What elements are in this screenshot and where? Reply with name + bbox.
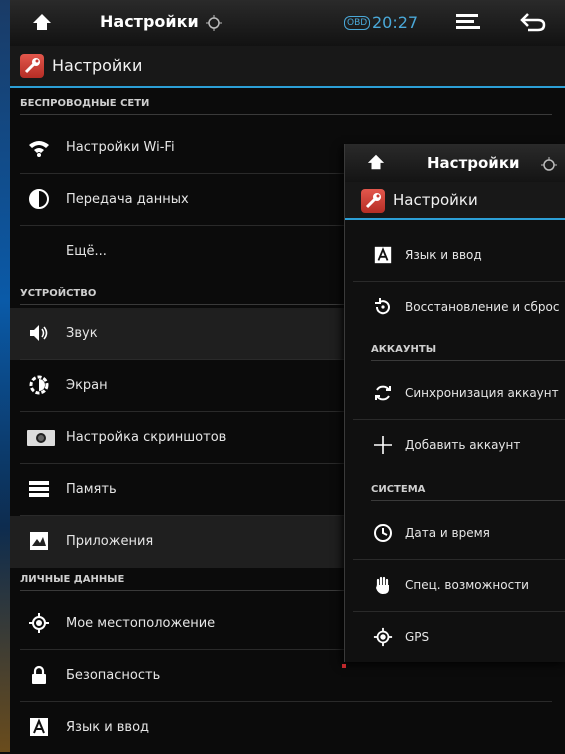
overlay-item-add-account[interactable]: Добавить аккаунт xyxy=(345,420,565,472)
list-item-label: Память xyxy=(66,482,117,497)
section-header-accounts: АККАУНТЫ xyxy=(371,344,565,361)
lock-icon xyxy=(28,664,50,686)
overlay-item-reset[interactable]: Восстановление и сброс xyxy=(345,282,565,334)
location-icon xyxy=(28,612,50,634)
list-item-label: Добавить аккаунт xyxy=(405,438,521,452)
brightness-icon xyxy=(28,374,50,396)
overlay-item-language[interactable]: Язык и ввод xyxy=(345,230,565,282)
list-item-label: GPS xyxy=(405,630,430,644)
camera-icon xyxy=(26,426,56,448)
overlay-item-datetime[interactable]: Дата и время xyxy=(345,508,565,560)
section-header-wireless: БЕСПРОВОДНЫЕ СЕТИ xyxy=(20,98,552,115)
location-target-icon xyxy=(541,157,557,177)
list-item-label: Передача данных xyxy=(66,192,189,207)
list-item-label: Спец. возможности xyxy=(405,578,529,592)
wallpaper-edge xyxy=(0,0,10,752)
data-usage-icon xyxy=(28,188,50,210)
location-target-icon xyxy=(206,15,222,35)
overlay-page-title: Настройки xyxy=(393,191,478,209)
section-header-system: СИСТЕМА xyxy=(371,484,565,501)
settings-app-icon[interactable] xyxy=(361,189,385,213)
clock: 20:27 xyxy=(372,13,419,32)
clock-icon xyxy=(373,523,393,543)
hand-icon xyxy=(373,575,393,595)
list-item-label: Дата и время xyxy=(405,526,490,540)
home-icon[interactable] xyxy=(367,153,385,175)
list-item-language[interactable]: Язык и ввод xyxy=(10,702,565,754)
overlay-action-bar: Настройки xyxy=(345,182,565,220)
list-item-label: Ещё... xyxy=(66,244,107,259)
list-item-label: Язык и ввод xyxy=(405,248,482,262)
restore-icon xyxy=(373,297,393,317)
obd-badge: OBD xyxy=(344,16,371,30)
storage-icon xyxy=(28,478,50,500)
gps-icon xyxy=(373,627,393,647)
sync-icon xyxy=(373,383,393,403)
language-icon xyxy=(28,716,50,738)
list-item-label: Восстановление и сброс xyxy=(405,300,560,314)
speaker-icon xyxy=(28,322,50,344)
overlay-item-gps[interactable]: GPS xyxy=(345,612,565,662)
page-title: Настройки xyxy=(52,56,143,75)
back-icon[interactable] xyxy=(520,12,546,36)
apps-icon xyxy=(28,530,50,552)
settings-app-icon[interactable] xyxy=(20,54,44,78)
action-bar: Настройки xyxy=(10,46,565,88)
list-item-label: Звук xyxy=(66,326,98,341)
list-item-label: Синхронизация аккаунт xyxy=(405,386,559,400)
status-title: Настройки xyxy=(100,12,199,31)
list-item-label: Мое местоположение xyxy=(66,616,216,631)
plus-icon xyxy=(373,435,393,455)
list-item-label: Приложения xyxy=(66,534,154,549)
list-item-label: Экран xyxy=(66,378,108,393)
list-item-label: Настройки Wi-Fi xyxy=(66,140,175,155)
list-item-label: Настройка скриншотов xyxy=(66,430,227,445)
overlay-settings-panel[interactable]: Настройки Настройки Язык и ввод Восстано… xyxy=(344,144,565,662)
overlay-item-accessibility[interactable]: Спец. возможности xyxy=(345,560,565,612)
language-icon xyxy=(373,245,393,265)
list-item-label: Безопасность xyxy=(66,668,161,683)
overlay-status-title: Настройки xyxy=(427,154,520,172)
list-item-label: Язык и ввод xyxy=(66,720,150,735)
status-bar: Настройки OBD 20:27 xyxy=(10,0,565,47)
wifi-icon xyxy=(28,136,50,158)
home-icon[interactable] xyxy=(32,12,52,36)
overlay-item-sync[interactable]: Синхронизация аккаунт xyxy=(345,368,565,420)
overlay-status-bar: Настройки xyxy=(345,144,565,182)
menu-icon[interactable] xyxy=(456,12,482,36)
resize-handle[interactable] xyxy=(342,664,346,668)
